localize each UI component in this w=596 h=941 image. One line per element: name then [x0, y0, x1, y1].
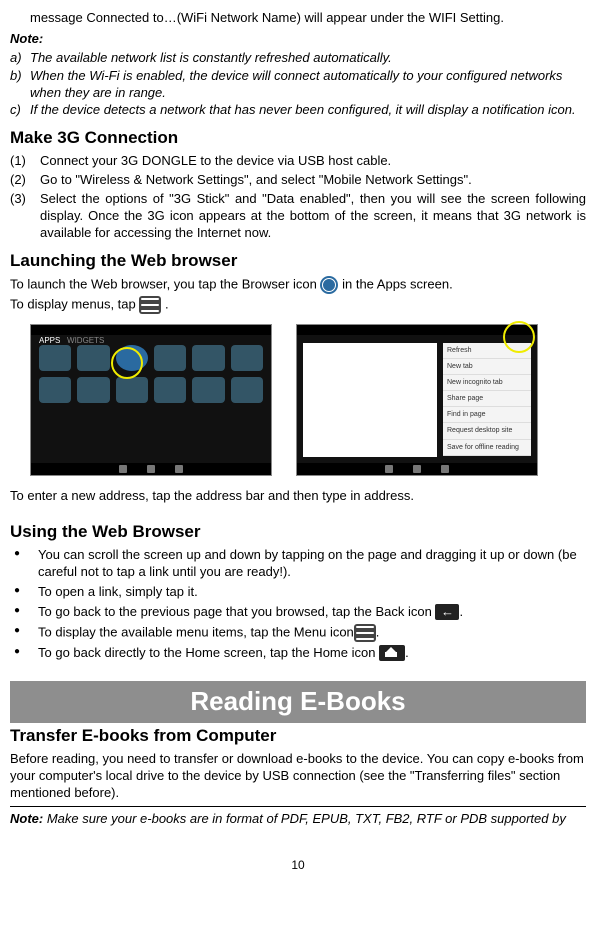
home-icon	[379, 645, 405, 661]
text-fragment: To display menus, tap	[10, 296, 139, 311]
bullet-text: To open a link, simply tap it.	[38, 584, 198, 601]
menu-item: Share page	[443, 391, 531, 407]
note-text: If the device detects a network that has…	[30, 102, 576, 119]
section-banner-reading-ebooks: Reading E-Books	[10, 681, 586, 723]
bullet-marker: ●	[10, 547, 38, 581]
wifi-intro-line: message Connected to…(WiFi Network Name)…	[30, 10, 586, 27]
step-marker: (3)	[10, 191, 40, 242]
app-tile	[231, 345, 263, 371]
bullet-text: To go back to the previous page that you…	[38, 604, 463, 621]
app-tile	[231, 377, 263, 403]
bullet-marker: ●	[10, 624, 38, 642]
menu-item: New tab	[443, 359, 531, 375]
text-fragment: To go back directly to the Home screen, …	[38, 645, 379, 660]
bullet-marker: ●	[10, 645, 38, 662]
menu-item: Save for offline reading	[443, 440, 531, 456]
step-3: (3)Select the options of "3G Stick" and …	[10, 191, 586, 242]
step-marker: (1)	[10, 153, 40, 170]
text-fragment: in the Apps screen.	[342, 276, 453, 291]
shot-app-grid	[39, 345, 263, 403]
bullet-marker: ●	[10, 584, 38, 601]
note-text: The available network list is constantly…	[30, 50, 392, 67]
note-text: When the Wi-Fi is enabled, the device wi…	[30, 68, 586, 102]
menu-icon	[354, 624, 376, 642]
shot-bottombar	[297, 463, 537, 475]
browser-icon	[320, 276, 338, 294]
step-text: Select the options of "3G Stick" and "Da…	[40, 191, 586, 242]
heading-using-browser: Using the Web Browser	[10, 521, 586, 543]
address-bar-instruction: To enter a new address, tap the address …	[10, 488, 586, 505]
app-tile	[154, 377, 186, 403]
note-body: Make sure your e-books are in format of …	[43, 811, 566, 826]
note-marker: b)	[10, 68, 30, 102]
shot-menu-popup: Refresh New tab New incognito tab Share …	[443, 343, 531, 456]
text-fragment: To display the available menu items, tap…	[38, 624, 354, 639]
bullet-text: You can scroll the screen up and down by…	[38, 547, 586, 581]
menu-item: Find in page	[443, 407, 531, 423]
text-fragment: .	[405, 645, 409, 660]
note-marker: c)	[10, 102, 30, 119]
text-fragment: To go back to the previous page that you…	[38, 604, 435, 619]
app-tile	[77, 345, 109, 371]
app-tile	[39, 377, 71, 403]
step-2: (2)Go to "Wireless & Network Settings", …	[10, 172, 586, 189]
shot-topbar	[297, 325, 537, 335]
bullet-open-link: ●To open a link, simply tap it.	[10, 584, 586, 601]
note-item-b: b)When the Wi-Fi is enabled, the device …	[10, 68, 586, 102]
text-fragment: .	[165, 296, 169, 311]
menu-item: New incognito tab	[443, 375, 531, 391]
step-1: (1)Connect your 3G DONGLE to the device …	[10, 153, 586, 170]
heading-3g: Make 3G Connection	[10, 127, 586, 149]
bullet-text: To go back directly to the Home screen, …	[38, 645, 409, 662]
note-item-c: c)If the device detects a network that h…	[10, 102, 586, 119]
bullet-text: To display the available menu items, tap…	[38, 624, 379, 642]
bullet-home: ●To go back directly to the Home screen,…	[10, 645, 586, 662]
note-label: Note:	[10, 31, 586, 48]
launch-line-1: To launch the Web browser, you tap the B…	[10, 276, 586, 294]
step-text: Connect your 3G DONGLE to the device via…	[40, 153, 391, 170]
horizontal-rule	[10, 806, 586, 807]
tab-widgets: WIDGETS	[67, 336, 104, 345]
steps-3g-list: (1)Connect your 3G DONGLE to the device …	[10, 153, 586, 241]
shot-bottombar	[31, 463, 271, 475]
screenshot-apps: APPS WIDGETS	[30, 324, 272, 476]
app-tile	[77, 377, 109, 403]
menu-icon	[139, 296, 161, 314]
bullet-menu: ●To display the available menu items, ta…	[10, 624, 586, 642]
text-fragment: .	[459, 604, 463, 619]
app-tile	[192, 377, 224, 403]
back-icon: ←	[435, 604, 459, 620]
tab-apps: APPS	[39, 336, 60, 345]
shot-topbar	[31, 325, 271, 335]
app-tile	[116, 377, 148, 403]
bullet-scroll: ●You can scroll the screen up and down b…	[10, 547, 586, 581]
transfer-body: Before reading, you need to transfer or …	[10, 751, 586, 802]
text-fragment: To launch the Web browser, you tap the B…	[10, 276, 320, 291]
bullet-marker: ●	[10, 604, 38, 621]
launch-line-2: To display menus, tap .	[10, 296, 586, 314]
heading-launch-browser: Launching the Web browser	[10, 250, 586, 272]
menu-item: Request desktop site	[443, 423, 531, 439]
using-browser-list: ●You can scroll the screen up and down b…	[10, 547, 586, 661]
highlight-circle	[503, 321, 535, 353]
note-list: a)The available network list is constant…	[10, 50, 586, 120]
screenshots-row: APPS WIDGETS Refresh New tab New incogni…	[30, 324, 586, 476]
shot-browser-body	[303, 343, 437, 457]
heading-transfer-ebooks: Transfer E-books from Computer	[10, 725, 586, 747]
note-label-inline: Note:	[10, 811, 43, 826]
page-number: 10	[10, 858, 586, 874]
app-tile	[192, 345, 224, 371]
note-formats: Note: Make sure your e-books are in form…	[10, 811, 586, 828]
note-item-a: a)The available network list is constant…	[10, 50, 586, 67]
screenshot-browser: Refresh New tab New incognito tab Share …	[296, 324, 538, 476]
app-tile	[39, 345, 71, 371]
highlight-circle	[111, 347, 143, 379]
note-marker: a)	[10, 50, 30, 67]
step-text: Go to "Wireless & Network Settings", and…	[40, 172, 472, 189]
text-fragment: .	[376, 624, 380, 639]
step-marker: (2)	[10, 172, 40, 189]
app-tile	[154, 345, 186, 371]
bullet-back: ●To go back to the previous page that yo…	[10, 604, 586, 621]
